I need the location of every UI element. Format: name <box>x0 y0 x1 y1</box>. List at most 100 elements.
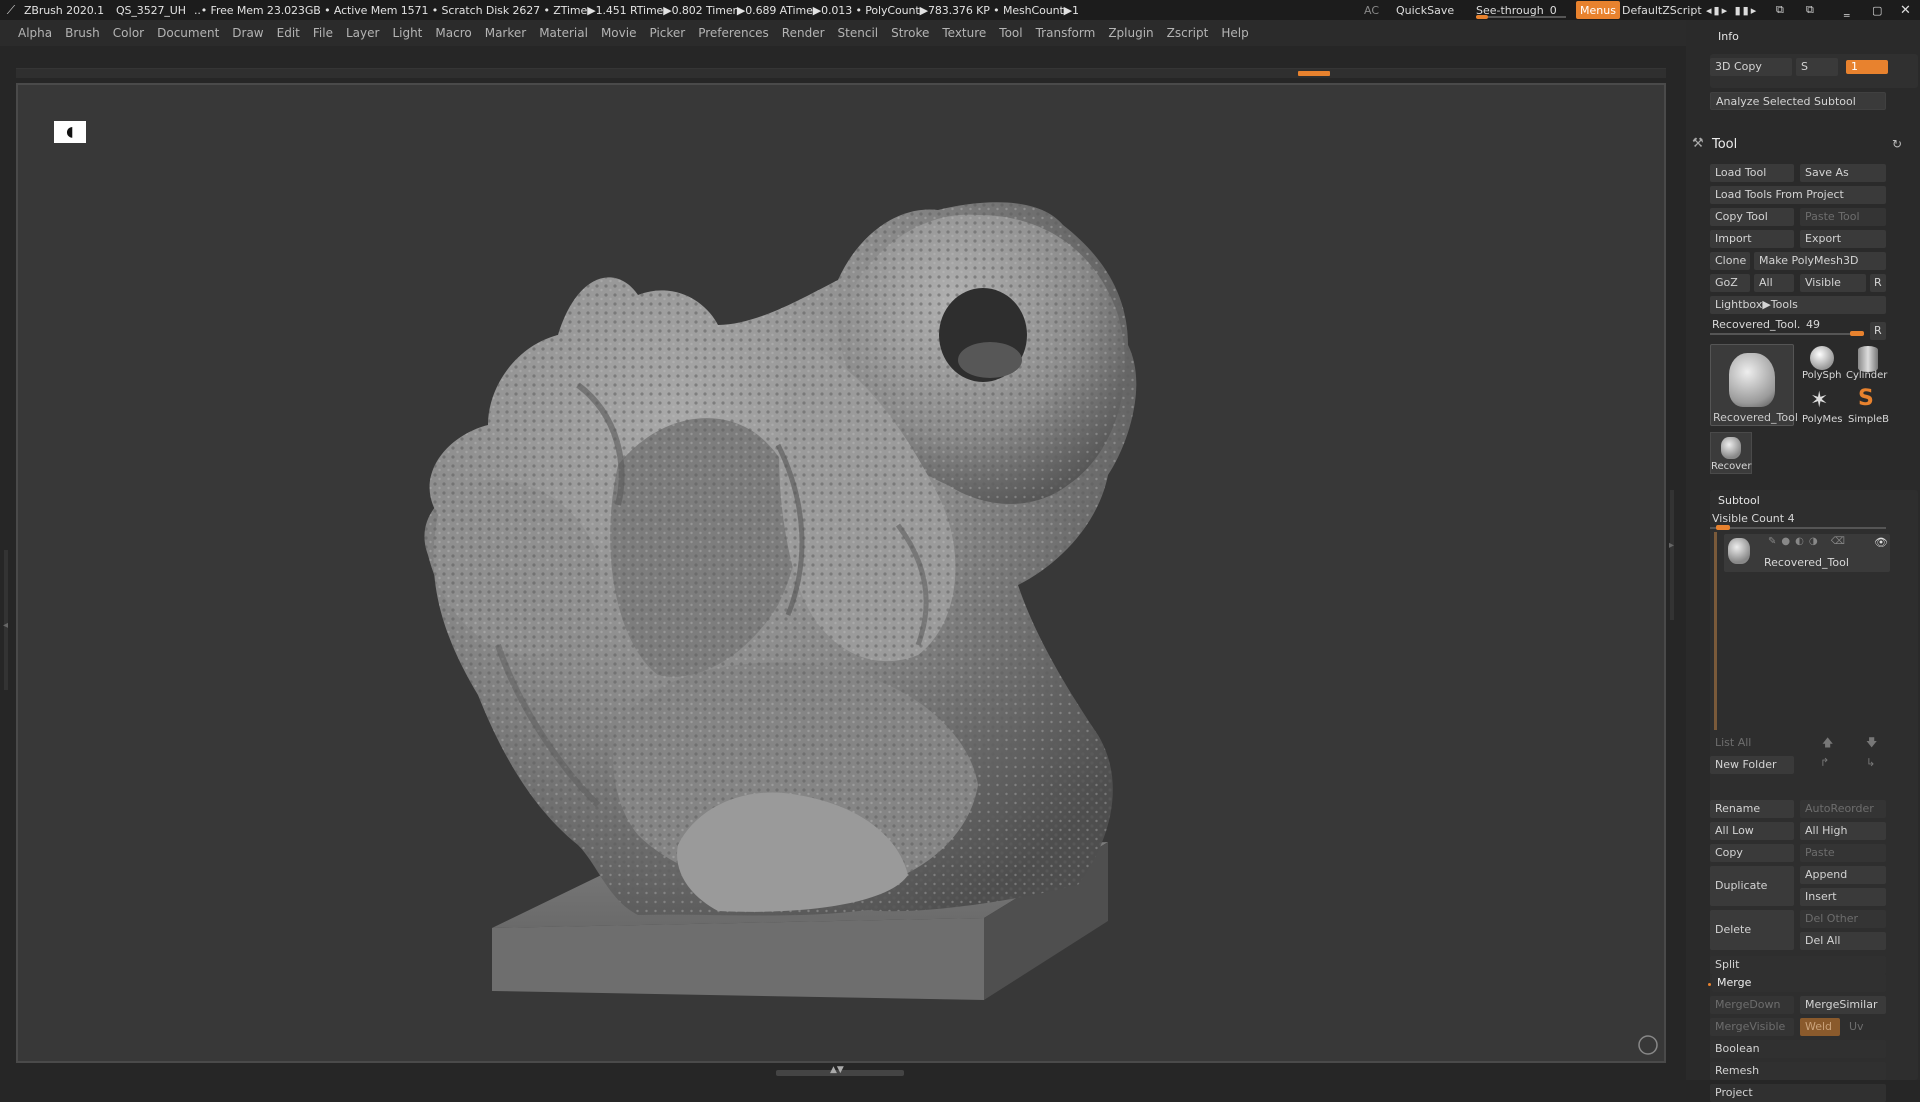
3d-copy-value[interactable]: 1 <box>1846 60 1888 74</box>
refresh-icon[interactable]: ↻ <box>1892 137 1902 151</box>
bottom-tray-handle[interactable]: ▲▼ <box>776 1065 904 1076</box>
del-other-button[interactable]: Del Other <box>1800 910 1886 928</box>
tool-slider-track[interactable] <box>1710 333 1864 335</box>
copy-button[interactable]: Copy <box>1710 844 1794 862</box>
thumb-recover[interactable]: Recover <box>1710 432 1752 474</box>
clone-button[interactable]: Clone <box>1710 252 1750 270</box>
menu-material[interactable]: Material <box>539 26 588 40</box>
menu-light[interactable]: Light <box>392 26 422 40</box>
menu-zscript[interactable]: Zscript <box>1167 26 1209 40</box>
folder-in-icon[interactable]: ↱ <box>1820 756 1829 769</box>
3d-copy-button[interactable]: 3D Copy <box>1710 58 1792 76</box>
uv-toggle[interactable]: Uv <box>1844 1018 1886 1036</box>
minimize-icon[interactable]: ‗ <box>1844 0 1850 20</box>
visible-count-track[interactable] <box>1710 527 1886 529</box>
export-button[interactable]: Export <box>1800 230 1886 248</box>
subtool-toggles[interactable]: ✎●◐◑ ⌫ <box>1768 536 1850 547</box>
canvas-viewport[interactable]: ◖ <box>16 83 1666 1063</box>
eye-icon[interactable]: 👁 <box>1874 536 1888 549</box>
right-tray[interactable]: ▸ <box>1666 80 1680 1070</box>
subtool-title[interactable]: Subtool <box>1718 494 1760 507</box>
default-zscript-button[interactable]: DefaultZScript <box>1622 0 1702 20</box>
thumb-polysphere[interactable]: PolySph <box>1800 344 1844 384</box>
del-all-button[interactable]: Del All <box>1800 932 1886 950</box>
boolean-section[interactable]: Boolean <box>1710 1040 1886 1058</box>
thumb-simplebrush[interactable]: S SimpleB <box>1846 386 1890 428</box>
menu-transform[interactable]: Transform <box>1036 26 1096 40</box>
window-float-icon[interactable]: ⧉ <box>1806 0 1814 20</box>
see-through-slider[interactable]: See-through 0 <box>1476 0 1566 20</box>
quicksave-button[interactable]: QuickSave <box>1396 0 1454 20</box>
duplicate-button[interactable]: Duplicate <box>1710 866 1794 906</box>
maximize-icon[interactable]: ▢ <box>1872 0 1882 20</box>
new-folder-button[interactable]: New Folder <box>1710 756 1794 774</box>
move-up-icon[interactable]: 🡅 <box>1822 734 1833 753</box>
merge-section[interactable]: Merge <box>1712 974 1886 992</box>
menu-picker[interactable]: Picker <box>649 26 685 40</box>
menu-brush[interactable]: Brush <box>65 26 100 40</box>
tool-title[interactable]: Tool <box>1712 137 1737 152</box>
close-icon[interactable]: ✕ <box>1900 0 1911 20</box>
insert-button[interactable]: Insert <box>1800 888 1886 906</box>
merge-down-button[interactable]: MergeDown <box>1710 996 1794 1014</box>
tray-arrow-icon[interactable]: ◂ <box>3 620 8 631</box>
menu-layer[interactable]: Layer <box>346 26 379 40</box>
menu-file[interactable]: File <box>313 26 333 40</box>
menu-preferences[interactable]: Preferences <box>698 26 769 40</box>
shelf-marker[interactable] <box>1298 71 1330 76</box>
folder-out-icon[interactable]: ↳ <box>1866 756 1875 769</box>
load-tools-from-project-button[interactable]: Load Tools From Project <box>1710 186 1886 204</box>
menu-draw[interactable]: Draw <box>232 26 263 40</box>
move-down-icon[interactable]: 🡇 <box>1866 734 1877 753</box>
tool-r-button[interactable]: R <box>1870 322 1886 340</box>
thumb-recovered-tool[interactable]: Recovered_Tool <box>1710 344 1798 426</box>
append-button[interactable]: Append <box>1800 866 1886 884</box>
import-button[interactable]: Import <box>1710 230 1794 248</box>
split-section[interactable]: Split <box>1710 956 1886 974</box>
rename-button[interactable]: Rename <box>1710 800 1794 818</box>
tray-toggle-icon[interactable]: ▲▼ <box>830 1065 844 1075</box>
remesh-section[interactable]: Remesh <box>1710 1062 1886 1080</box>
merge-similar-button[interactable]: MergeSimilar <box>1800 996 1886 1014</box>
project-section[interactable]: Project <box>1710 1084 1886 1102</box>
menu-stroke[interactable]: Stroke <box>891 26 929 40</box>
goz-button[interactable]: GoZ <box>1710 274 1750 292</box>
menu-zplugin[interactable]: Zplugin <box>1108 26 1153 40</box>
menu-document[interactable]: Document <box>157 26 219 40</box>
goz-all-button[interactable]: All <box>1754 274 1794 292</box>
3d-copy-s-button[interactable]: S <box>1796 58 1838 76</box>
window-tile-icon[interactable]: ⧉ <box>1776 0 1784 20</box>
menu-texture[interactable]: Texture <box>942 26 986 40</box>
sculpt-model[interactable] <box>18 85 1664 1061</box>
menu-edit[interactable]: Edit <box>277 26 300 40</box>
menu-help[interactable]: Help <box>1221 26 1248 40</box>
visible-count-knob[interactable] <box>1716 525 1730 530</box>
paste-button[interactable]: Paste <box>1800 844 1886 862</box>
thumb-cylinder[interactable]: Cylinder <box>1846 344 1890 384</box>
all-low-button[interactable]: All Low <box>1710 822 1794 840</box>
list-all-button[interactable]: List All <box>1710 734 1794 752</box>
subtool-scrollbar[interactable] <box>1714 532 1717 730</box>
layout-arrows-icon[interactable]: ◂▮▸ ▮▮▸ <box>1706 0 1758 20</box>
copy-tool-button[interactable]: Copy Tool <box>1710 208 1794 226</box>
auto-reorder-button[interactable]: AutoReorder <box>1800 800 1886 818</box>
all-high-button[interactable]: All High <box>1800 822 1886 840</box>
tool-slider-knob[interactable] <box>1850 331 1864 336</box>
make-polymesh3d-button[interactable]: Make PolyMesh3D <box>1754 252 1886 270</box>
menu-stencil[interactable]: Stencil <box>838 26 879 40</box>
menu-color[interactable]: Color <box>113 26 144 40</box>
load-tool-button[interactable]: Load Tool <box>1710 164 1794 182</box>
left-tray[interactable]: ◂ <box>0 80 14 1070</box>
menu-tool[interactable]: Tool <box>999 26 1022 40</box>
menu-marker[interactable]: Marker <box>485 26 526 40</box>
weld-toggle[interactable]: Weld <box>1800 1018 1840 1036</box>
delete-button[interactable]: Delete <box>1710 910 1794 950</box>
paste-tool-button[interactable]: Paste Tool <box>1800 208 1886 226</box>
goz-r-button[interactable]: R <box>1870 274 1886 292</box>
subtool-item[interactable]: Recovered_Tool ✎●◐◑ ⌫ 👁 <box>1724 534 1890 572</box>
menu-macro[interactable]: Macro <box>435 26 471 40</box>
lightbox-tools-button[interactable]: Lightbox▶Tools <box>1710 296 1886 314</box>
thumb-polymesh[interactable]: ✶ PolyMes <box>1800 388 1844 428</box>
goz-visible-button[interactable]: Visible <box>1800 274 1866 292</box>
merge-visible-button[interactable]: MergeVisible <box>1710 1018 1794 1036</box>
